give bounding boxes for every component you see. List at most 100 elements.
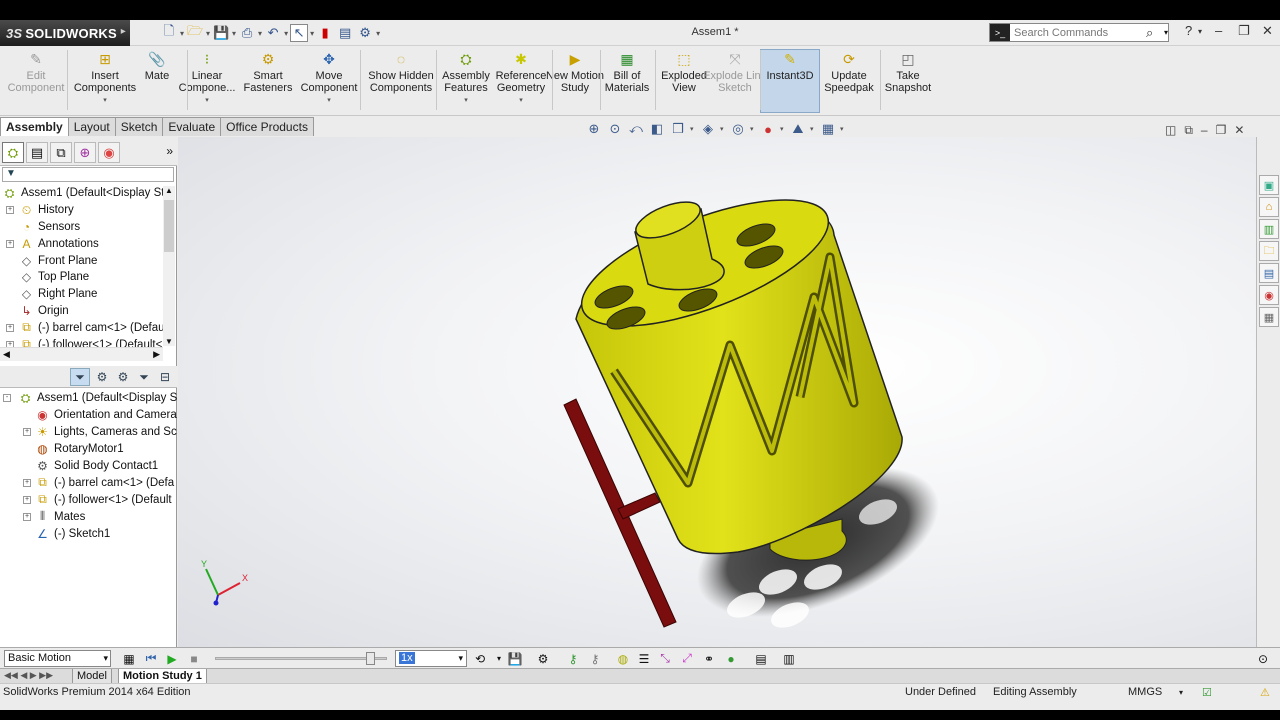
- tab-scroll-icons[interactable]: ◀◀ ◀ ▶ ▶▶: [4, 670, 53, 681]
- view-orientation-icon[interactable]: ❒: [669, 121, 687, 137]
- viewport-minimize-icon[interactable]: –: [1201, 123, 1208, 138]
- tree-item[interactable]: ◉ Orientation and Camera: [0, 407, 177, 424]
- tree-item[interactable]: - ⛭ Assem1 (Default<Display St: [0, 390, 177, 407]
- select-cursor-icon[interactable]: ↖: [290, 24, 309, 42]
- rebuild-status-icon[interactable]: ☑: [1202, 686, 1212, 699]
- tree-filter[interactable]: ▼: [2, 167, 174, 182]
- chevron-down-icon[interactable]: ▾: [720, 125, 726, 133]
- notification-icon[interactable]: ⚠: [1260, 686, 1270, 699]
- tab-layout[interactable]: Layout: [67, 117, 116, 136]
- tree-item[interactable]: + ☀ Lights, Cameras and Sce: [0, 424, 177, 441]
- playback-slider[interactable]: [215, 652, 387, 665]
- gravity-icon[interactable]: ●: [722, 650, 740, 667]
- chevron-down-icon[interactable]: ▾: [1164, 28, 1168, 37]
- tree-item[interactable]: ↳ Origin: [0, 303, 163, 320]
- search-icon[interactable]: ⌕: [1146, 25, 1164, 41]
- cmd-instant3d-button[interactable]: ✎ Instant3D: [760, 49, 820, 113]
- tree-item[interactable]: ⛭ Assem1 (Default<Display St: [0, 185, 163, 202]
- tree-item[interactable]: + ⧉ (-) barrel cam<1> (Defau: [0, 319, 163, 336]
- design-library-icon[interactable]: ▥: [1259, 219, 1279, 239]
- expand-tabs-icon[interactable]: »: [166, 144, 173, 158]
- options-icon[interactable]: ⚙: [356, 24, 374, 42]
- link-views-icon[interactable]: ⧉: [1184, 123, 1193, 138]
- file-properties-icon[interactable]: ▤: [336, 24, 354, 42]
- scroll-up-icon[interactable]: ▲: [165, 186, 173, 195]
- property-manager-icon[interactable]: ▤: [26, 142, 48, 163]
- chevron-down-icon[interactable]: ▾: [840, 125, 846, 133]
- configuration-manager-icon[interactable]: ⧉: [50, 142, 72, 163]
- filter-selected-icon[interactable]: ⚙: [113, 368, 133, 386]
- tab-office-products[interactable]: Office Products: [220, 117, 314, 136]
- tree-item[interactable]: ◇ Front Plane: [0, 252, 163, 269]
- zoom-to-area-icon[interactable]: ⊙: [606, 121, 624, 137]
- contact-icon[interactable]: ⚭: [700, 650, 718, 667]
- collapse-motion-manager-icon[interactable]: ⊙: [1254, 650, 1272, 667]
- chevron-down-icon[interactable]: ▾: [519, 95, 523, 107]
- playback-mode-icon[interactable]: ⟲: [471, 650, 489, 667]
- expand-icon[interactable]: +: [6, 323, 14, 332]
- chevron-down-icon[interactable]: ▾: [464, 95, 468, 107]
- undo-icon[interactable]: ↶: [264, 24, 282, 42]
- custom-properties-icon[interactable]: ▦: [1259, 307, 1279, 327]
- feature-manager-tree-icon[interactable]: ⛭: [2, 142, 24, 163]
- file-explorer-icon[interactable]: 🗀: [1259, 241, 1279, 261]
- tree-item[interactable]: ◍ RotaryMotor1: [0, 441, 177, 458]
- restore-icon[interactable]: ❐: [1238, 23, 1250, 39]
- view-settings-icon[interactable]: ▦: [819, 121, 837, 137]
- display-style-icon[interactable]: ◈: [699, 121, 717, 137]
- tab-model[interactable]: Model: [72, 669, 112, 684]
- previous-view-icon[interactable]: ⤺: [627, 121, 645, 137]
- scroll-left-icon[interactable]: ◀: [3, 349, 10, 360]
- minimize-icon[interactable]: –: [1215, 23, 1222, 38]
- animation-wizard-icon[interactable]: ⚙: [534, 650, 552, 667]
- save-icon[interactable]: 💾: [212, 24, 230, 42]
- tree-item[interactable]: + A Annotations: [0, 235, 163, 252]
- tree-item[interactable]: ∠ (-) Sketch1: [0, 525, 177, 542]
- chevron-down-icon[interactable]: ▾: [310, 29, 314, 38]
- expand-icon[interactable]: +: [23, 495, 31, 504]
- filter-results-icon[interactable]: ⏷: [134, 368, 154, 386]
- chevron-down-icon[interactable]: ▾: [1179, 688, 1183, 697]
- filter-driving-icon[interactable]: ⚙: [92, 368, 112, 386]
- edit-appearance-icon[interactable]: ●: [759, 122, 777, 137]
- search-commands-box[interactable]: >_ Search Commands ⌕ ▾: [989, 23, 1169, 42]
- slider-knob[interactable]: [366, 652, 375, 665]
- chevron-down-icon[interactable]: ▾: [180, 29, 184, 38]
- display-manager-icon[interactable]: ◉: [98, 142, 120, 163]
- viewport-close-icon[interactable]: ✕: [1234, 123, 1244, 138]
- tree-item[interactable]: + ⧉ (-) barrel cam<1> (Defa: [0, 474, 177, 491]
- dimxpert-manager-icon[interactable]: ⊕: [74, 142, 96, 163]
- scroll-right-icon[interactable]: ▶: [153, 349, 160, 360]
- filter-animated-icon[interactable]: ⏷: [70, 368, 90, 386]
- open-folder-icon[interactable]: 🗁: [186, 23, 204, 42]
- chevron-down-icon[interactable]: ▾: [690, 125, 696, 133]
- expand-icon[interactable]: +: [6, 239, 14, 248]
- tree-item[interactable]: ◔ Sensors: [0, 219, 163, 236]
- viewport-restore-icon[interactable]: ❐: [1216, 123, 1227, 138]
- cmd-move-component-button[interactable]: ✥ Move Component ▾: [294, 50, 364, 114]
- tree-horizontal-scrollbar[interactable]: ◀ ▶: [0, 347, 163, 361]
- expand-icon[interactable]: +: [6, 206, 14, 215]
- tab-assembly[interactable]: Assembly: [0, 117, 69, 136]
- cmd-linear-pattern-button[interactable]: ⁝ Linear Compone... ▾: [172, 50, 242, 114]
- search-input[interactable]: Search Commands: [1010, 27, 1146, 39]
- rebuild-icon[interactable]: ▮: [316, 24, 334, 42]
- spring-icon[interactable]: ☰: [635, 650, 653, 667]
- force-icon[interactable]: ⤢: [678, 650, 696, 667]
- damper-icon[interactable]: ⤡: [656, 650, 674, 667]
- zoom-to-fit-icon[interactable]: ⊕: [585, 121, 603, 137]
- appearances-icon[interactable]: ◉: [1259, 285, 1279, 305]
- cmd-show-hidden-button[interactable]: ◌ Show Hidden Components: [366, 50, 436, 114]
- cmd-take-snapshot-button[interactable]: ◰ Take Snapshot: [873, 50, 943, 114]
- graphics-area[interactable]: X Y: [178, 137, 1256, 647]
- expand-icon[interactable]: +: [23, 512, 31, 521]
- tree-item[interactable]: + ⧉ (-) follower<1> (Default: [0, 491, 177, 508]
- print-icon[interactable]: ⎙: [238, 24, 256, 42]
- tree-vertical-scrollbar[interactable]: ▲ ▼: [163, 186, 175, 346]
- scroll-thumb[interactable]: [164, 200, 174, 252]
- solidworks-resources-icon[interactable]: ▣: [1259, 175, 1279, 195]
- scroll-down-icon[interactable]: ▼: [165, 337, 173, 346]
- chevron-down-icon[interactable]: ▾: [284, 29, 288, 38]
- view-palette-icon[interactable]: ▤: [1259, 263, 1279, 283]
- close-icon[interactable]: ✕: [1262, 23, 1273, 39]
